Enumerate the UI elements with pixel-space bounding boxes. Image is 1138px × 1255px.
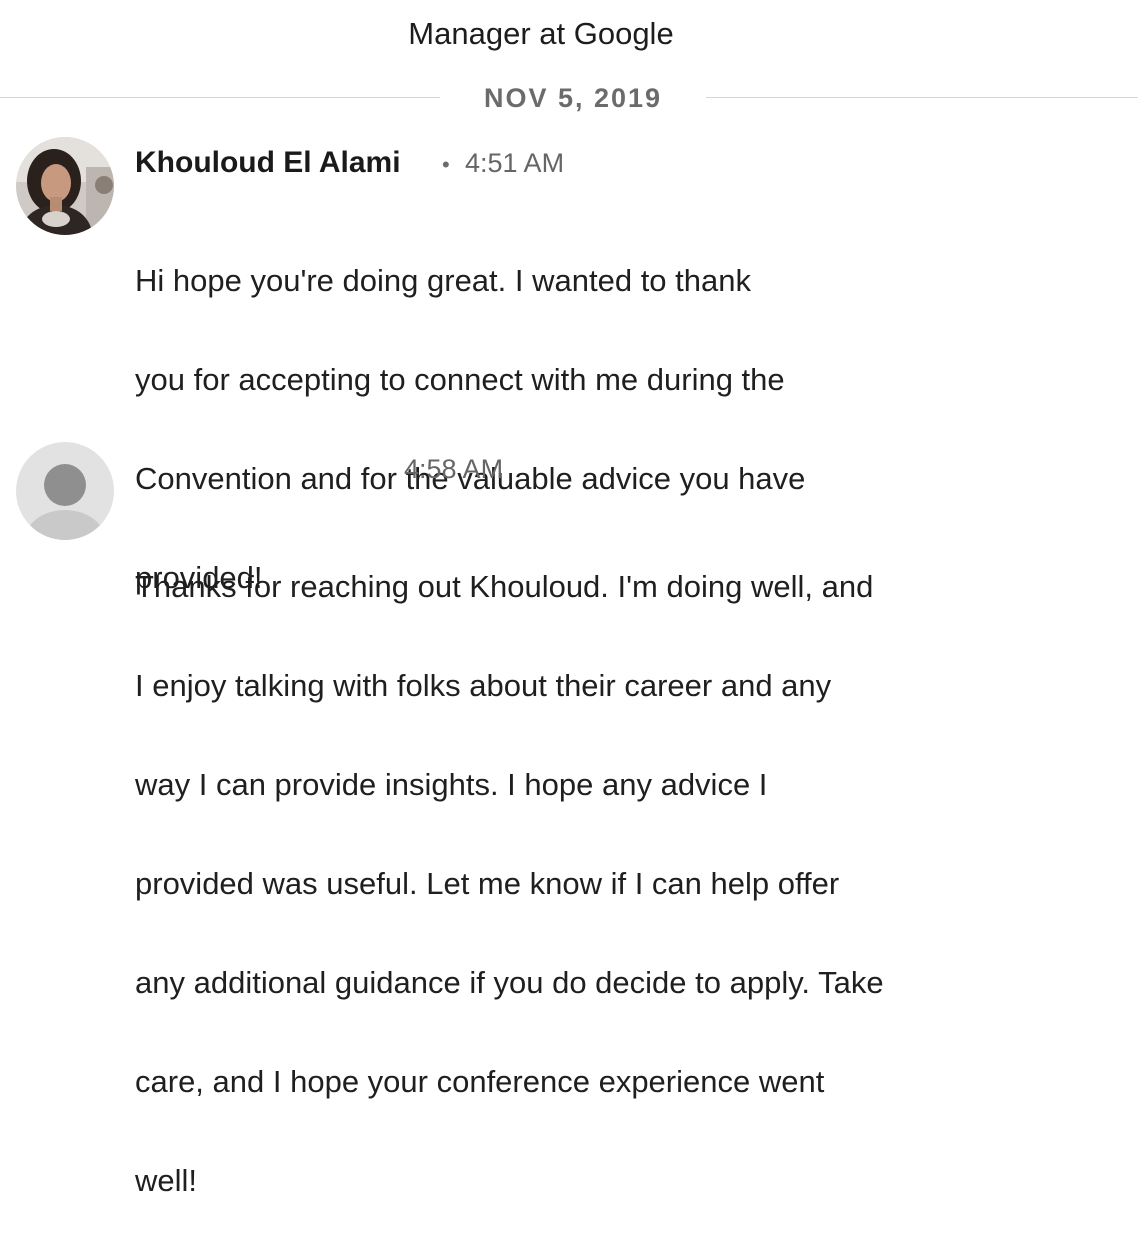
message-line: any additional guidance if you do decide… [135,964,884,1000]
divider-line-right [706,97,1138,98]
message-line: Thanks for reaching out Khouloud. I'm do… [135,568,874,604]
message-line: well! [135,1162,198,1198]
message-timestamp: 4:58 AM [404,454,504,484]
message-line: provided was useful. Let me know if I ca… [135,865,840,901]
message-line: care, and I hope your conference experie… [135,1063,825,1099]
divider-line-left [0,97,440,98]
date-divider: NOV 5, 2019 [0,78,1138,118]
sender-headline: Manager at Google [408,16,674,51]
message-line: I enjoy talking with folks about their c… [135,667,832,703]
profile-photo-avatar[interactable] [16,137,114,235]
message-line: you for accepting to connect with me dur… [135,361,785,397]
message-timestamp: 4:51 AM [465,148,565,178]
default-avatar-icon[interactable] [16,442,114,540]
message-line: way I can provide insights. I hope any a… [135,766,768,802]
sender-name[interactable]: Khouloud El Alami [135,143,401,183]
message-line: Hi hope you're doing great. I wanted to … [135,262,751,298]
message-body: Thanks for reaching out Khouloud. I'm do… [135,512,884,1255]
meta-separator: • [442,152,450,177]
date-label: NOV 5, 2019 [483,83,663,113]
